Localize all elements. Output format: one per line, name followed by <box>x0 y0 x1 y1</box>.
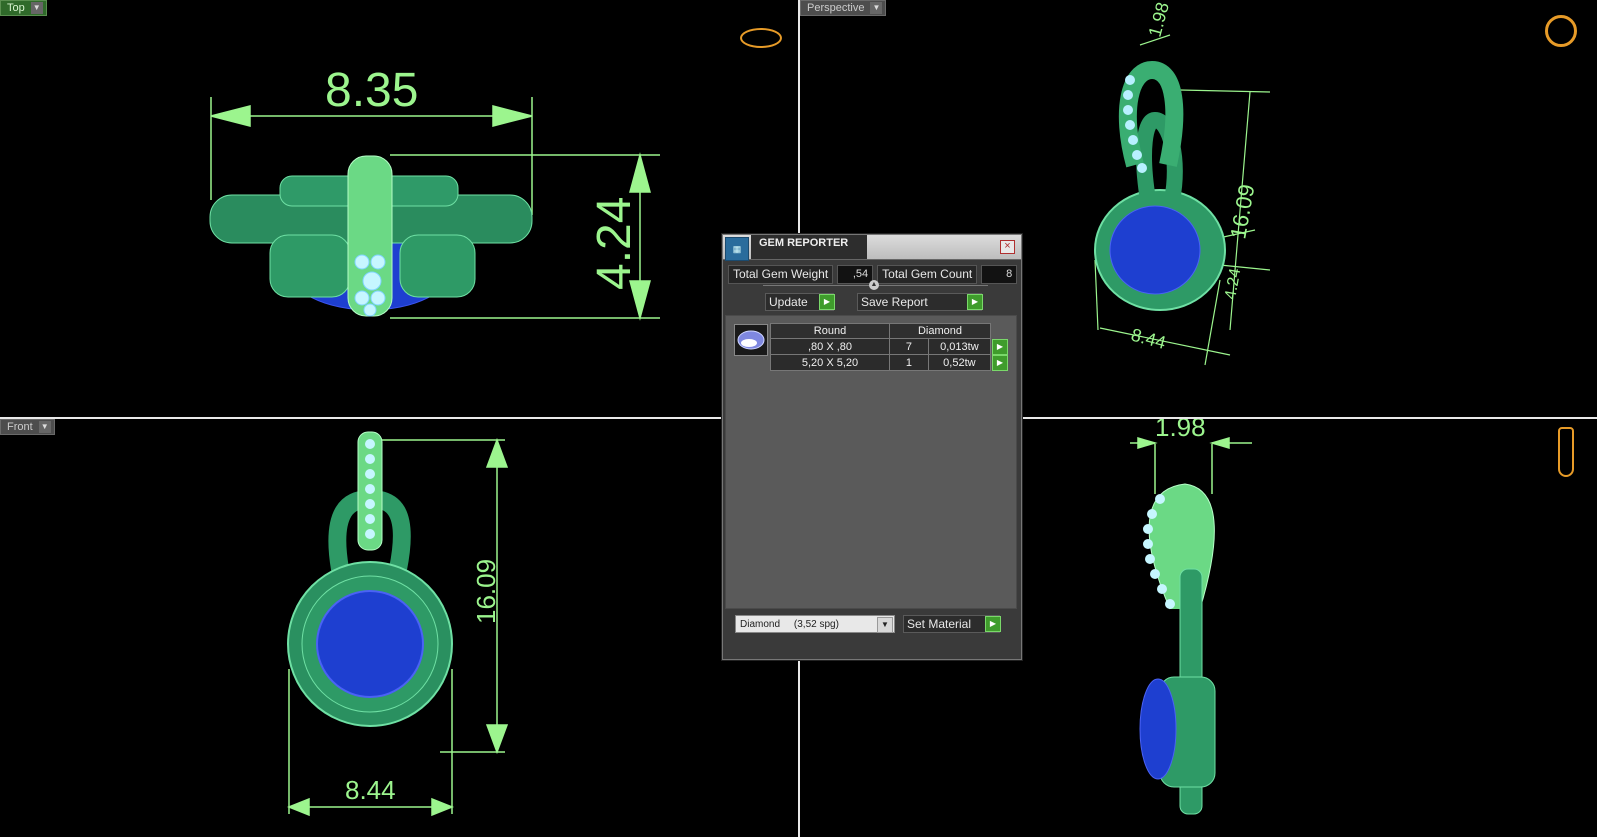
set-material-go-icon[interactable]: ▶ <box>985 616 1001 632</box>
dim-width-text: 8.44 <box>345 775 396 805</box>
table-header-row: Round Diamond <box>770 323 1009 339</box>
material-select-value: Diamond (3,52 spg) <box>740 619 839 630</box>
total-count-value: 8 <box>981 265 1018 284</box>
gem-weight: 0,52tw <box>927 354 992 371</box>
material-select[interactable]: Diamond (3,52 spg) ▼ <box>735 615 895 633</box>
ring-top-icon[interactable] <box>740 28 782 48</box>
front-view-model: 16.09 8.44 <box>286 431 509 817</box>
gem-thumbnail[interactable] <box>734 324 768 356</box>
gem-table: Round Diamond ,80 X ,80 7 0,013tw ▶ 5,20… <box>770 323 1009 371</box>
gem-count: 1 <box>889 354 929 371</box>
table-row[interactable]: 5,20 X 5,20 1 0,52tw ▶ <box>770 354 1009 371</box>
dim-bail-text: 1.98 <box>1155 419 1206 442</box>
total-weight-label: Total Gem Weight <box>728 265 834 284</box>
save-report-go-icon[interactable]: ▶ <box>967 294 983 310</box>
gem-size: ,80 X ,80 <box>770 338 890 355</box>
viewport-front[interactable]: Front ▼ 16.09 8.44 <box>0 419 798 837</box>
gem-weight: 0,013tw <box>927 338 992 355</box>
gem-count: 7 <box>889 338 929 355</box>
dim-width-text: 8.35 <box>325 64 418 117</box>
row-go-cell: ▶ <box>991 354 1009 371</box>
dim-thick-text: 4.24 <box>1222 267 1244 301</box>
gem-list-area[interactable]: Round Diamond ,80 X ,80 7 0,013tw ▶ 5,20… <box>725 315 1017 609</box>
total-count-label: Total Gem Count <box>877 265 978 284</box>
collapse-up-icon[interactable]: ▲ <box>869 280 879 290</box>
row-go-icon[interactable]: ▶ <box>992 354 1008 371</box>
dialog-titlebar[interactable]: ▦ GEM REPORTER × <box>723 235 1021 261</box>
save-report-button[interactable]: Save Report <box>857 293 982 311</box>
total-weight-value: ,54 <box>837 265 874 284</box>
update-go-icon[interactable]: ▶ <box>819 294 835 310</box>
close-icon[interactable]: × <box>1000 240 1015 254</box>
table-row[interactable]: ,80 X ,80 7 0,013tw ▶ <box>770 338 1009 355</box>
gem-reporter-dialog: ▦ GEM REPORTER × Total Gem Weight ,54 To… <box>722 234 1022 660</box>
gem-reporter-logo-icon: ▦ <box>725 237 749 261</box>
set-material-label: Set Material <box>907 617 972 631</box>
row-go-cell: ▶ <box>991 338 1009 355</box>
dim-bail-text: 1.98 <box>1145 0 1173 39</box>
dim-width-text: 8.44 <box>1129 325 1168 353</box>
dim-height-text: 16.09 <box>471 559 501 624</box>
dialog-title: GEM REPORTER <box>759 237 849 249</box>
top-view-model: 8.35 4.24 <box>209 64 660 321</box>
chevron-down-icon[interactable]: ▼ <box>877 617 893 633</box>
header-shape: Round <box>770 323 890 339</box>
dim-height-text: 16.09 <box>1225 182 1259 241</box>
ring-perspective-icon[interactable] <box>1545 15 1577 47</box>
save-report-label: Save Report <box>861 295 928 309</box>
row-go-icon[interactable]: ▶ <box>992 338 1008 355</box>
header-material: Diamond <box>889 323 991 339</box>
viewport-top[interactable]: Top ▼ 8.35 4.24 <box>0 0 798 417</box>
dim-height-text: 4.24 <box>588 197 641 290</box>
update-label: Update <box>769 295 808 309</box>
ring-side-icon[interactable] <box>1558 427 1574 477</box>
gem-size: 5,20 X 5,20 <box>770 354 890 371</box>
